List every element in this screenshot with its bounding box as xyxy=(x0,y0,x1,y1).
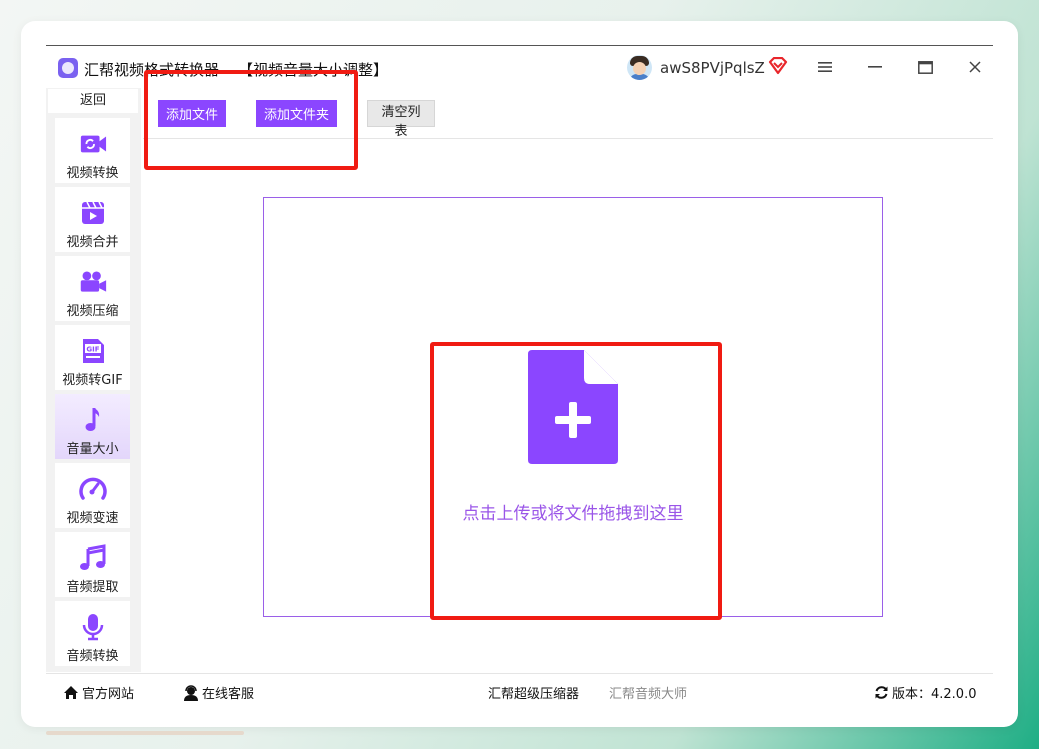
clear-list-button[interactable]: 清空列表 xyxy=(367,100,435,139)
gif-icon: GIF xyxy=(79,337,107,365)
sidebar-item-video-to-gif[interactable]: GIF 视频转GIF xyxy=(55,325,130,390)
svg-text:GIF: GIF xyxy=(86,346,99,354)
username[interactable]: awS8PVjPqlsZ xyxy=(660,59,765,77)
sidebar-item-label: 视频压缩 xyxy=(66,304,119,319)
back-button[interactable]: 返回 xyxy=(48,89,138,113)
video-merge-icon xyxy=(79,199,107,227)
music-notes-icon xyxy=(79,544,107,572)
sidebar-item-label: 视频变速 xyxy=(66,511,119,526)
online-service-label: 在线客服 xyxy=(202,687,255,702)
audio-master-link[interactable]: 汇帮音频大师 xyxy=(609,683,687,702)
version-label: 版本：4.2.0.0 xyxy=(892,687,977,702)
footer: 官方网站 在线客服 汇帮超级压缩器 汇帮音频大师 版本：4.2.0.0 xyxy=(46,673,993,708)
online-service-link[interactable]: 在线客服 xyxy=(183,683,254,702)
maximize-button[interactable] xyxy=(913,55,937,79)
sidebar-item-label: 视频转换 xyxy=(66,166,119,181)
app-logo-icon xyxy=(58,58,78,78)
sidebar: 返回 视频转换 视频合并 视频压缩 GIF 视频转GIF 音量大小 视频变速 音… xyxy=(46,88,141,672)
highlight-dropzone-box xyxy=(430,342,722,620)
super-compressor-link[interactable]: 汇帮超级压缩器 xyxy=(488,683,579,702)
refresh-icon xyxy=(875,686,888,699)
avatar[interactable] xyxy=(627,55,652,80)
support-agent-icon xyxy=(184,684,198,701)
menu-icon[interactable] xyxy=(813,55,837,79)
sidebar-item-label: 音频转换 xyxy=(66,649,119,664)
sidebar-item-video-speed[interactable]: 视频变速 xyxy=(55,463,130,528)
sidebar-item-label: 音量大小 xyxy=(66,442,119,457)
version-info[interactable]: 版本：4.2.0.0 xyxy=(874,683,976,702)
microphone-icon xyxy=(79,613,107,641)
sidebar-item-video-compress[interactable]: 视频压缩 xyxy=(55,256,130,321)
sidebar-item-volume[interactable]: 音量大小 xyxy=(55,394,130,459)
sidebar-item-video-convert[interactable]: 视频转换 xyxy=(55,118,130,183)
sidebar-item-audio-convert[interactable]: 音频转换 xyxy=(55,601,130,666)
official-website-link[interactable]: 官方网站 xyxy=(63,683,134,702)
home-icon xyxy=(64,686,78,699)
video-convert-icon xyxy=(79,130,107,158)
sidebar-item-label: 音频提取 xyxy=(66,580,119,595)
vip-diamond-icon[interactable] xyxy=(768,57,788,75)
close-button[interactable] xyxy=(963,55,987,79)
sidebar-item-label: 视频合并 xyxy=(66,235,119,250)
sidebar-item-label: 视频转GIF xyxy=(62,373,123,388)
taskbar-hint xyxy=(46,731,244,735)
official-website-label: 官方网站 xyxy=(82,687,135,702)
sidebar-item-audio-extract[interactable]: 音频提取 xyxy=(55,532,130,597)
minimize-button[interactable] xyxy=(863,55,887,79)
sidebar-item-video-merge[interactable]: 视频合并 xyxy=(55,187,130,252)
highlight-toolbar-box xyxy=(144,70,358,170)
music-note-icon xyxy=(79,406,107,434)
speedometer-icon xyxy=(79,475,107,503)
video-compress-icon xyxy=(79,268,107,296)
